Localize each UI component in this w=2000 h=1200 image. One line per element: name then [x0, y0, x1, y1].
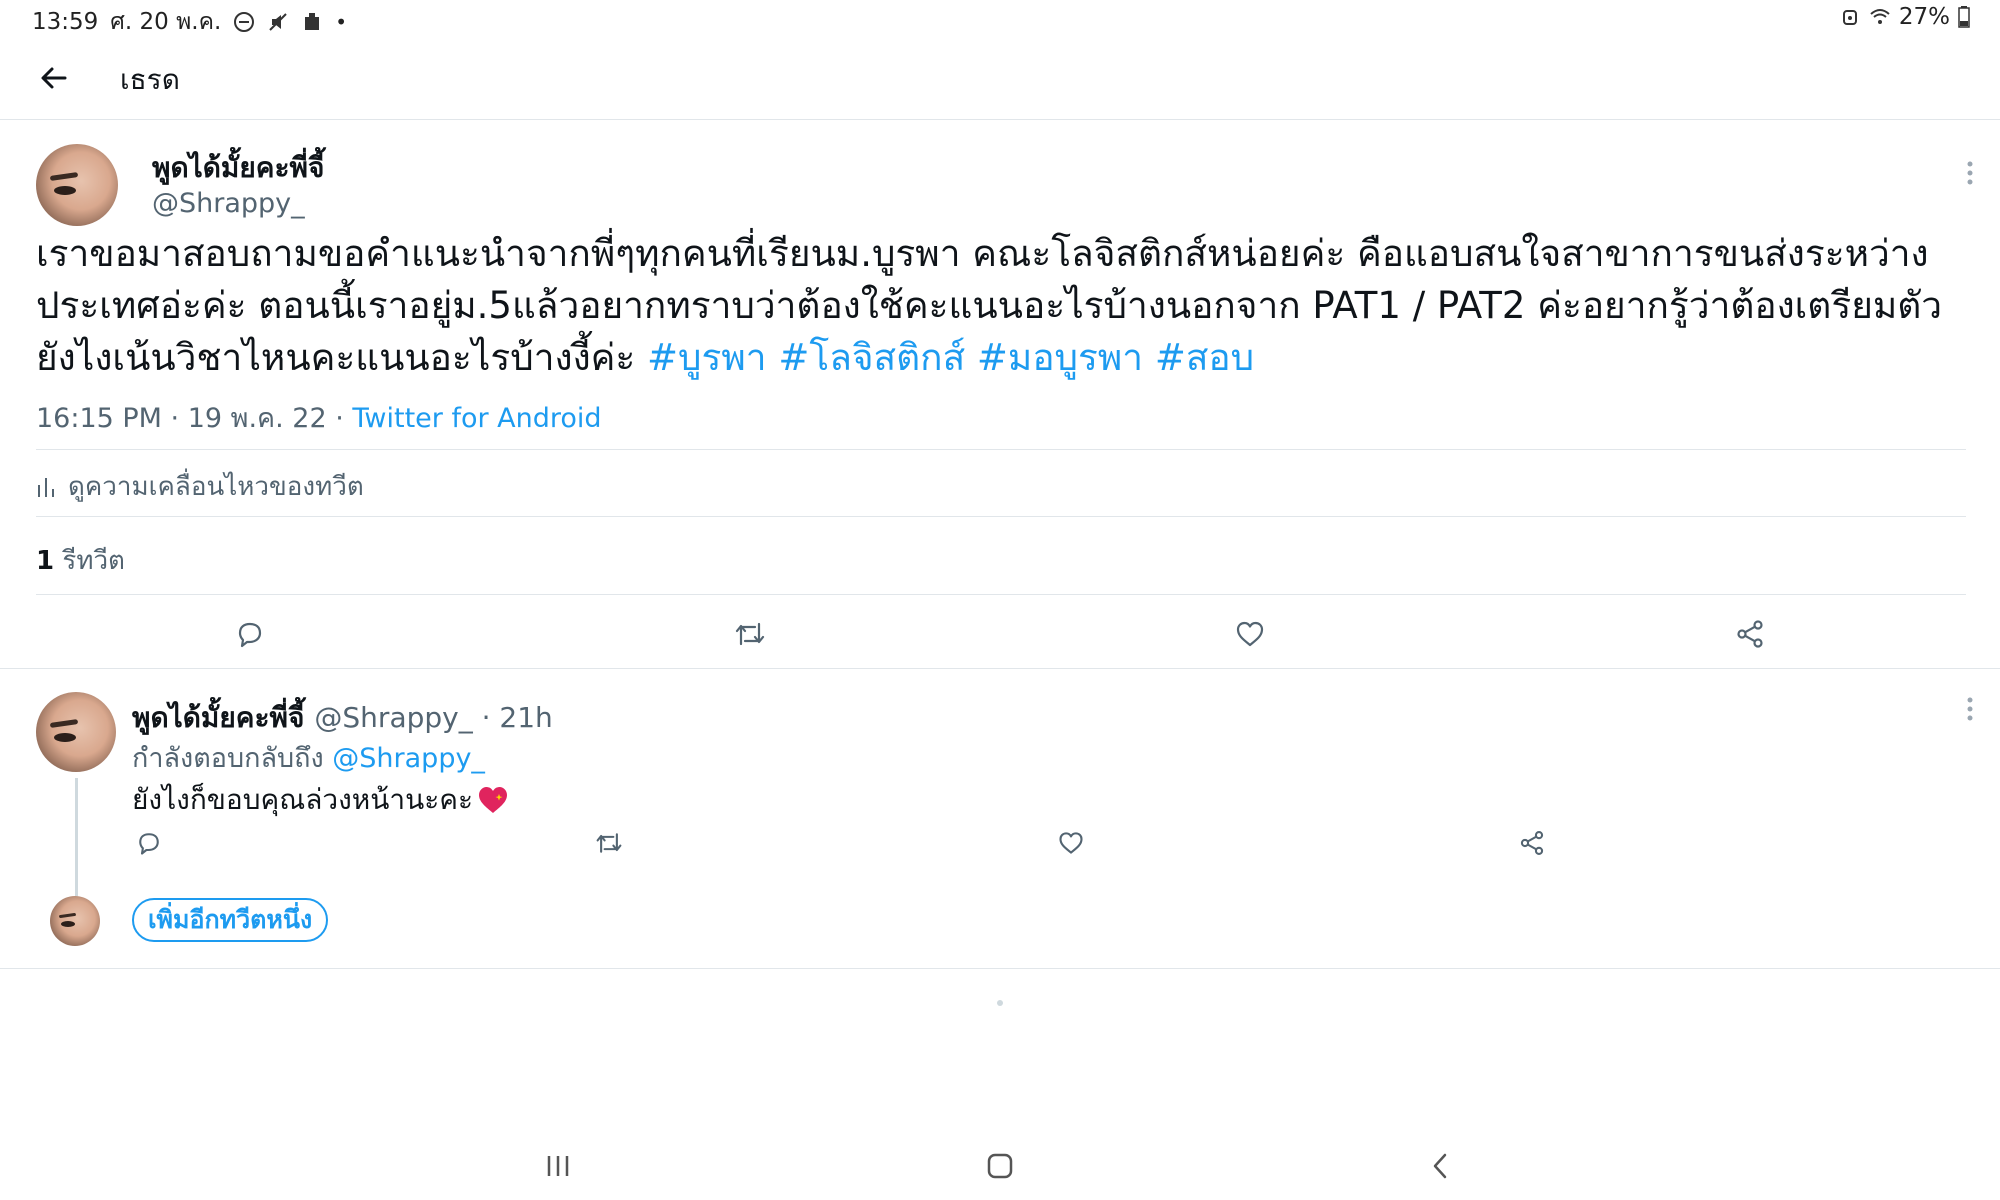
reply-retweet-button[interactable]	[592, 826, 626, 860]
current-user-avatar	[50, 896, 100, 946]
status-date: ศ. 20 พ.ค.	[110, 9, 222, 35]
mute-icon	[269, 13, 287, 31]
reply-author-name[interactable]: พูดได้มั้ยคะพี่จี้	[132, 696, 304, 740]
reply-header: พูดได้มั้ยคะพี่จี้ @Shrappy_ · 21h	[132, 696, 553, 740]
tweet-text: เราขอมาสอบถามขอคำแนะนำจากพี่ๆทุกคนที่เรี…	[36, 228, 1966, 384]
retweet-count-link[interactable]: 1 รีทวีต	[36, 540, 125, 581]
thread-header: เธรด	[0, 36, 2000, 120]
home-button[interactable]	[980, 1146, 1020, 1186]
back-button[interactable]	[36, 60, 72, 96]
recents-icon	[547, 1156, 569, 1176]
reply-icon	[238, 622, 262, 648]
reply-author-avatar[interactable]	[36, 692, 116, 772]
retweet-button[interactable]	[730, 614, 770, 654]
author-name[interactable]: พูดได้มั้ยคะพี่จี้	[152, 146, 324, 190]
dnd-icon	[234, 12, 255, 32]
retweet-label: รีทวีต	[54, 546, 125, 576]
heart-emoji-icon	[479, 787, 508, 813]
home-icon	[987, 1153, 1013, 1179]
like-button[interactable]	[1230, 614, 1270, 654]
battery-icon	[1958, 6, 1970, 28]
retweet-count: 1	[36, 546, 55, 576]
reply-author-handle: @Shrappy_ · 21h	[314, 701, 553, 734]
reply-body: ยังไงก็ขอบคุณล่วงหน้านะคะ	[132, 783, 474, 816]
divider	[0, 968, 2000, 969]
more-icon[interactable]	[1964, 694, 1976, 724]
divider	[36, 594, 1966, 595]
author-handle[interactable]: @Shrappy_	[152, 188, 305, 219]
reply-share-button[interactable]	[1515, 826, 1549, 860]
divider	[36, 516, 1966, 517]
reply-reply-button[interactable]	[132, 826, 166, 860]
alarm-icon	[1842, 10, 1857, 25]
wifi-icon	[1870, 9, 1890, 24]
reply-text: ยังไงก็ขอบคุณล่วงหน้านะคะ	[132, 778, 509, 822]
divider	[0, 668, 2000, 669]
notification-app-icon	[305, 13, 320, 30]
reply-icon	[139, 833, 159, 855]
status-time: 13:59	[32, 9, 99, 35]
tweet-meta: 16:15 PM · 19 พ.ค. 22 · Twitter for Andr…	[36, 396, 602, 439]
more-notifications-dot: •	[335, 10, 348, 34]
author-avatar[interactable]	[36, 144, 118, 226]
like-icon	[1059, 832, 1083, 854]
status-bar: 13:59 ศ. 20 พ.ค. • 27%	[0, 0, 2000, 36]
tweet-timestamp: 16:15 PM · 19 พ.ค. 22 ·	[36, 403, 353, 434]
share-icon	[1737, 620, 1763, 648]
page-title: เธรด	[120, 63, 180, 96]
tweet-analytics-link[interactable]: ดูความเคลื่อนไหวของทวีต	[36, 466, 364, 507]
hashtag-link[interactable]: #บูรพา	[647, 336, 767, 379]
retweet-icon	[596, 833, 622, 853]
hashtag-link[interactable]: #มอบูรพา	[977, 336, 1143, 379]
more-icon[interactable]	[1964, 158, 1976, 188]
battery-percent: 27%	[1898, 4, 1950, 30]
retweet-icon	[735, 622, 765, 646]
recents-button[interactable]	[538, 1146, 578, 1186]
system-back-button[interactable]	[1420, 1146, 1460, 1186]
scroll-indicator	[997, 1000, 1003, 1006]
add-another-tweet-button[interactable]: เพิ่มอีกทวีตหนึ่ง	[132, 898, 329, 942]
back-arrow-icon	[41, 67, 67, 89]
replying-to-label: กำลังตอบกลับถึง	[132, 743, 333, 774]
share-button[interactable]	[1730, 614, 1770, 654]
share-icon	[1520, 831, 1544, 855]
back-nav-icon	[1433, 1153, 1447, 1179]
analytics-label: ดูความเคลื่อนไหวของทวีต	[68, 472, 364, 502]
like-icon	[1236, 621, 1264, 647]
hashtag-link[interactable]: #โลจิสติกส์	[778, 336, 965, 379]
replying-to: กำลังตอบกลับถึง @Shrappy_	[132, 736, 485, 779]
reply-button[interactable]	[230, 614, 270, 654]
mention-link[interactable]: @Shrappy_	[332, 743, 485, 774]
reply-like-button[interactable]	[1054, 826, 1088, 860]
tweet-source-link[interactable]: Twitter for Android	[352, 403, 601, 434]
divider	[36, 449, 1966, 450]
hashtag-link[interactable]: #สอบ	[1155, 336, 1254, 379]
analytics-icon	[38, 477, 54, 497]
thread-line	[75, 778, 78, 896]
